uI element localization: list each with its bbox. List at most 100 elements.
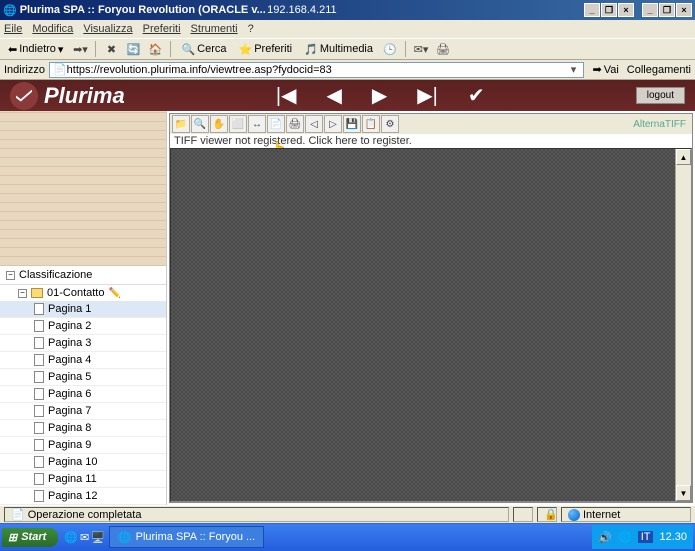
forward-button[interactable]: ➡▾ bbox=[71, 40, 89, 58]
quicklaunch-desktop-icon[interactable]: 🖥️ bbox=[91, 531, 105, 544]
scroll-up-button[interactable]: ▲ bbox=[676, 149, 691, 165]
vt-open-button[interactable]: 📁 bbox=[172, 115, 190, 133]
page-label: Pagina 7 bbox=[48, 405, 91, 417]
menu-strumenti[interactable]: Strumenti bbox=[191, 23, 238, 35]
tray-icon-1[interactable]: 🔊 bbox=[598, 531, 612, 544]
vt-print-button[interactable]: 🖨 bbox=[286, 115, 304, 133]
window-title: Plurima SPA :: Foryou Revolution (ORACLE… bbox=[17, 4, 267, 16]
tree-page-item[interactable]: Pagina 12 bbox=[0, 488, 166, 505]
page-label: Pagina 1 bbox=[48, 303, 91, 315]
folder-label[interactable]: 01-Contatto bbox=[47, 287, 104, 299]
quicklaunch-mail-icon[interactable]: ✉ bbox=[80, 531, 89, 544]
window-icon: 🌐 bbox=[3, 4, 17, 17]
mail-button[interactable]: ✉▾ bbox=[412, 40, 430, 58]
tray-icon-2[interactable]: 🌐 bbox=[618, 531, 632, 544]
menu-file[interactable]: Eile bbox=[4, 23, 22, 35]
page-label: Pagina 12 bbox=[48, 490, 98, 502]
vt-save-button[interactable]: 💾 bbox=[343, 115, 361, 133]
start-button[interactable]: ⊞ Start bbox=[2, 528, 58, 547]
vt-next-button[interactable]: ▷ bbox=[324, 115, 342, 133]
page-label: Pagina 2 bbox=[48, 320, 91, 332]
minimize-button[interactable]: _ bbox=[584, 3, 600, 17]
status-text: 📄 Operazione completata bbox=[4, 507, 509, 522]
folder-collapse-icon[interactable]: − bbox=[18, 289, 27, 298]
tree-header-label: Classificazione bbox=[19, 269, 92, 281]
menu-visualizza[interactable]: Visualizza bbox=[83, 23, 132, 35]
page-label: Pagina 6 bbox=[48, 388, 91, 400]
go-button[interactable]: ➡Vai bbox=[588, 63, 622, 76]
page-icon: 📄 bbox=[53, 63, 67, 76]
tree-page-item[interactable]: Pagina 6 bbox=[0, 386, 166, 403]
vt-zoom-button[interactable]: 🔍 bbox=[191, 115, 209, 133]
vt-copy-button[interactable]: 📋 bbox=[362, 115, 380, 133]
tree-page-item[interactable]: Pagina 2 bbox=[0, 318, 166, 335]
tree-page-item[interactable]: Pagina 11 bbox=[0, 471, 166, 488]
favorites-button[interactable]: ⭐Preferiti bbox=[235, 42, 297, 57]
scroll-down-button[interactable]: ▼ bbox=[676, 485, 691, 501]
print-button[interactable]: 🖨 bbox=[434, 40, 452, 58]
logout-button[interactable]: logout bbox=[636, 87, 685, 104]
page-icon bbox=[34, 320, 44, 332]
scrollbar-vertical[interactable]: ▲ ▼ bbox=[675, 149, 691, 501]
viewer-brand-tag[interactable]: AlternaTIFF bbox=[633, 119, 690, 130]
multimedia-button[interactable]: 🎵Multimedia bbox=[300, 42, 377, 57]
nav-last-button[interactable]: ▶| bbox=[417, 83, 438, 108]
menu-help[interactable]: ? bbox=[248, 23, 254, 35]
vt-hand-button[interactable]: ✋ bbox=[210, 115, 228, 133]
tree-page-item[interactable]: Pagina 7 bbox=[0, 403, 166, 420]
nav-prev-button[interactable]: ◀ bbox=[326, 83, 341, 108]
status-panel-2 bbox=[513, 507, 533, 522]
tree-page-item[interactable]: Pagina 1 bbox=[0, 301, 166, 318]
page-icon bbox=[34, 388, 44, 400]
tree-collapse-icon[interactable]: − bbox=[6, 271, 15, 280]
vt-prev-button[interactable]: ◁ bbox=[305, 115, 323, 133]
status-zone: Internet bbox=[561, 507, 691, 522]
search-button[interactable]: 🔍Cerca bbox=[177, 42, 230, 57]
history-button[interactable]: 🕒 bbox=[381, 40, 399, 58]
page-label: Pagina 9 bbox=[48, 439, 91, 451]
nav-first-button[interactable]: |◀ bbox=[276, 83, 297, 108]
links-label[interactable]: Collegamenti bbox=[627, 64, 691, 76]
tray-lang[interactable]: IT bbox=[638, 531, 654, 543]
outer-minimize-button[interactable]: _ bbox=[642, 3, 658, 17]
tree-page-item[interactable]: Pagina 3 bbox=[0, 335, 166, 352]
page-icon bbox=[34, 456, 44, 468]
page-label: Pagina 3 bbox=[48, 337, 91, 349]
vt-tool-button[interactable]: ⚙ bbox=[381, 115, 399, 133]
vt-page-button[interactable]: 📄 bbox=[267, 115, 285, 133]
stop-button[interactable]: ✖ bbox=[102, 40, 120, 58]
refresh-button[interactable]: 🔄 bbox=[124, 40, 142, 58]
vt-width-button[interactable]: ↔ bbox=[248, 115, 266, 133]
page-icon bbox=[34, 337, 44, 349]
back-arrow-icon: ⬅ bbox=[8, 43, 17, 56]
outer-restore-button[interactable]: ❐ bbox=[659, 3, 675, 17]
quicklaunch-ie-icon[interactable]: 🌐 bbox=[64, 531, 78, 544]
sidebar-preview bbox=[0, 111, 166, 266]
address-dropdown[interactable]: ▾ bbox=[566, 63, 580, 76]
page-label: Pagina 11 bbox=[48, 473, 97, 485]
nav-next-button[interactable]: ▶ bbox=[372, 83, 387, 108]
menu-preferiti[interactable]: Preferiti bbox=[143, 23, 181, 35]
close-button[interactable]: × bbox=[618, 3, 634, 17]
tree-page-item[interactable]: Pagina 9 bbox=[0, 437, 166, 454]
outer-close-button[interactable]: × bbox=[676, 3, 692, 17]
home-button[interactable]: 🏠 bbox=[146, 40, 164, 58]
viewer-message[interactable]: TIFF viewer not registered. Click here t… bbox=[170, 134, 692, 148]
address-input[interactable] bbox=[67, 64, 567, 76]
edit-icon[interactable]: ✏️ bbox=[108, 288, 120, 299]
back-button[interactable]: ⬅ Indietro ▾ bbox=[4, 42, 67, 57]
page-icon bbox=[34, 490, 44, 502]
vt-fit-button[interactable]: ⬜ bbox=[229, 115, 247, 133]
restore-button[interactable]: ❐ bbox=[601, 3, 617, 17]
address-label: Indirizzo bbox=[4, 64, 45, 76]
tree-page-item[interactable]: Pagina 4 bbox=[0, 352, 166, 369]
media-icon: 🎵 bbox=[304, 43, 318, 56]
go-icon: ➡ bbox=[592, 63, 601, 76]
tree-page-item[interactable]: Pagina 10 bbox=[0, 454, 166, 471]
nav-check-button[interactable]: ✔ bbox=[468, 83, 485, 108]
star-icon: ⭐ bbox=[239, 43, 253, 56]
menu-modifica[interactable]: Modifica bbox=[32, 23, 73, 35]
tree-page-item[interactable]: Pagina 8 bbox=[0, 420, 166, 437]
taskbar-task[interactable]: 🌐 Plurima SPA :: Foryou ... bbox=[109, 526, 264, 548]
tree-page-item[interactable]: Pagina 5 bbox=[0, 369, 166, 386]
